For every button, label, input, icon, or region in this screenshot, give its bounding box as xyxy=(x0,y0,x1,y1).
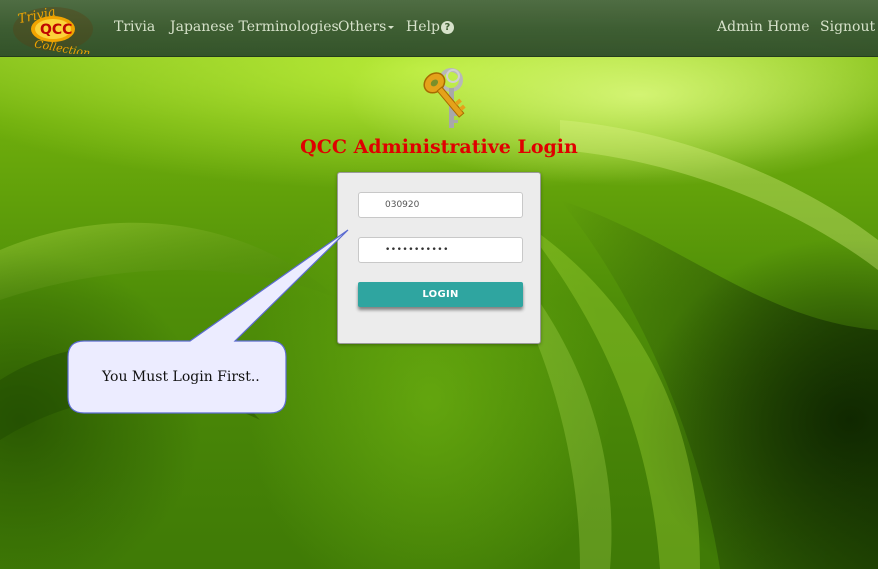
nav-admin-home[interactable]: Admin Home xyxy=(717,19,810,35)
callout-bubble xyxy=(60,225,360,425)
svg-text:QCC: QCC xyxy=(40,22,72,38)
top-navbar: Trivia QCC Collection Trivia Japanese Te… xyxy=(0,0,878,60)
nav-others-dropdown[interactable]: Others xyxy=(338,19,395,35)
login-button[interactable]: LOGIN xyxy=(358,282,523,307)
login-title: QCC Administrative Login xyxy=(300,136,578,158)
keys-icon xyxy=(405,66,471,136)
callout-text: You Must Login First.. xyxy=(102,369,260,385)
nav-help[interactable]: Help? xyxy=(406,19,454,35)
caret-down-icon xyxy=(388,25,395,29)
password-input[interactable] xyxy=(358,237,523,263)
question-circle-icon: ? xyxy=(440,21,454,34)
username-input[interactable] xyxy=(358,192,523,218)
nav-trivia[interactable]: Trivia xyxy=(114,19,155,35)
login-panel: LOGIN xyxy=(337,172,541,344)
nav-japanese-terminologies[interactable]: Japanese Terminologies xyxy=(170,19,339,35)
qcc-trivia-logo[interactable]: Trivia QCC Collection xyxy=(10,4,96,60)
nav-signout[interactable]: Signout xyxy=(820,19,875,35)
